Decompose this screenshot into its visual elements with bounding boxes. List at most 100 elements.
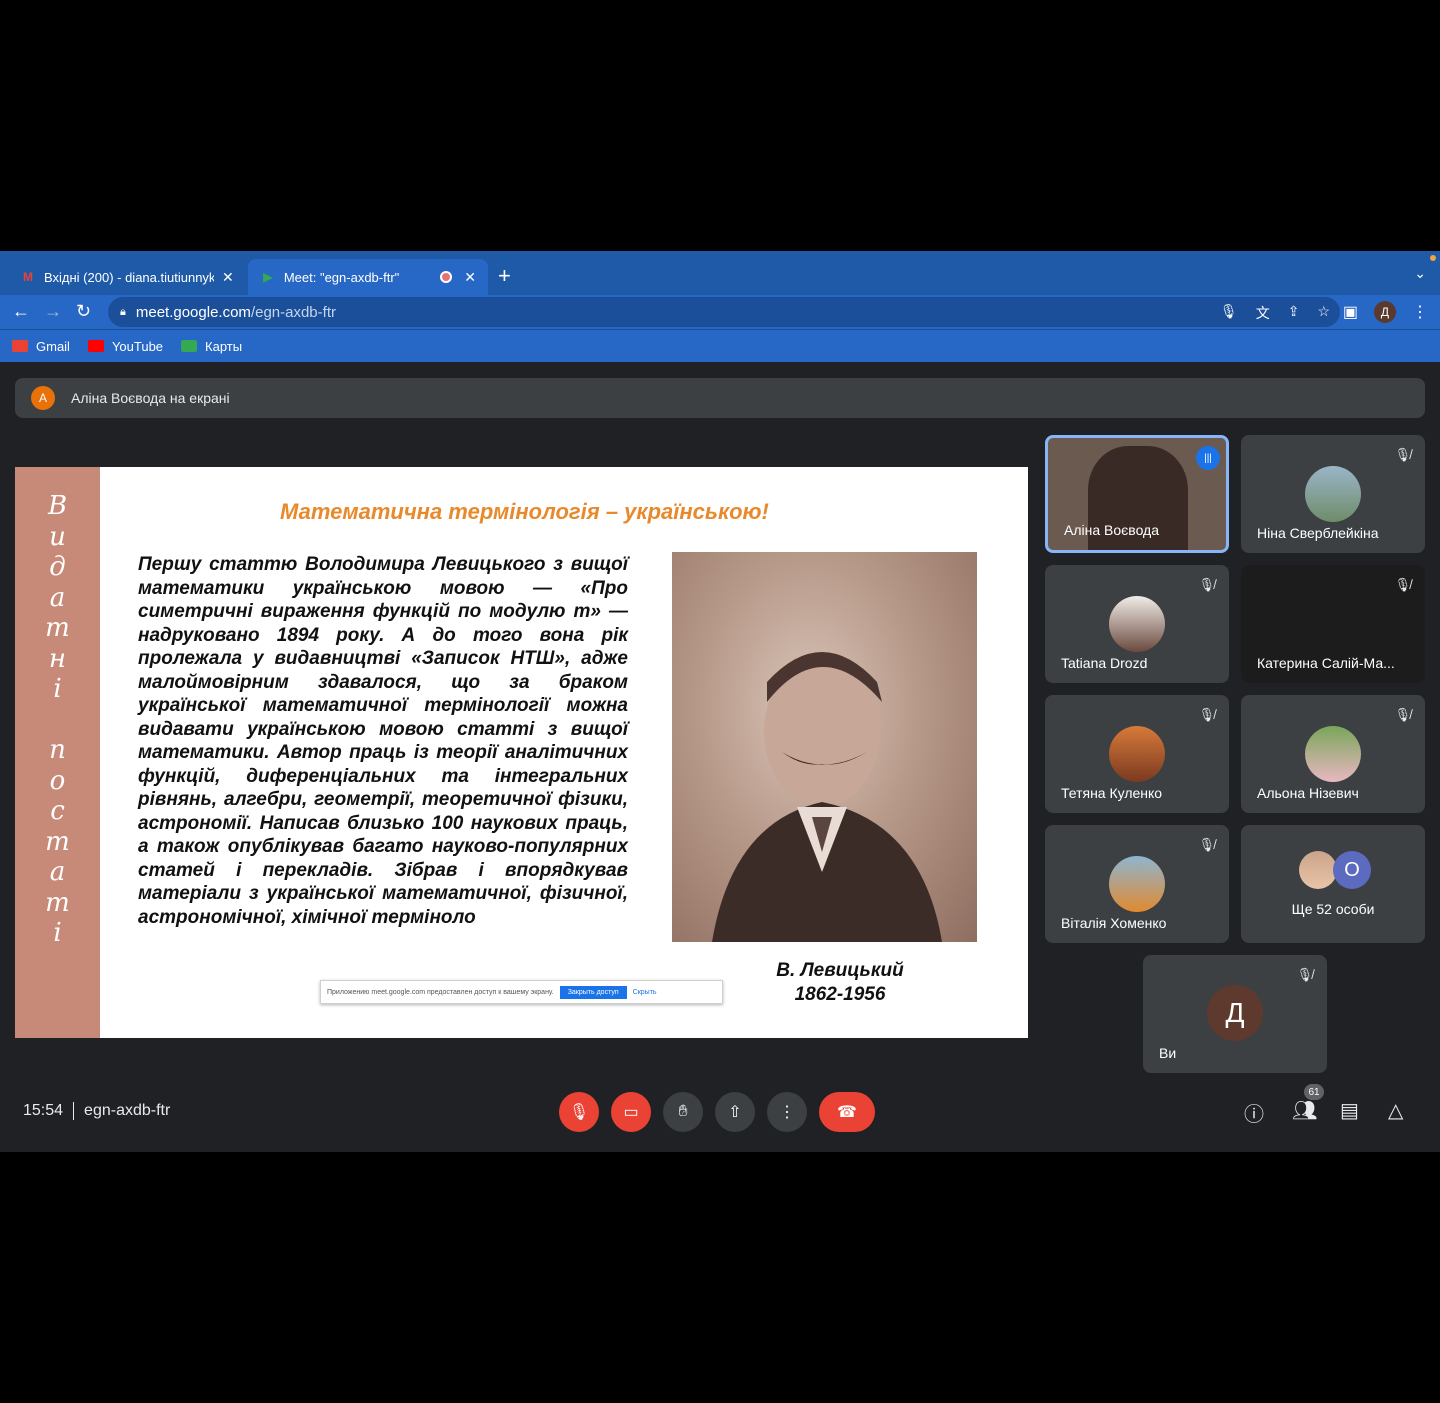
screen: M Вхідні (200) - diana.tiutiunnyk ✕ ▶ Me… xyxy=(0,0,1440,1403)
participant-name: Альона Нізевич xyxy=(1257,785,1359,801)
info-button[interactable]: ⓘ xyxy=(1244,1098,1264,1127)
hide-notice-button[interactable]: Скрыть xyxy=(633,989,657,996)
presentation-slide: Видатніпостаті Математична термінологія … xyxy=(15,467,1028,1038)
more-participants-tile[interactable]: О Ще 52 особи xyxy=(1241,825,1425,943)
present-button[interactable]: ⇧ xyxy=(715,1092,755,1132)
bookmark-gmail[interactable]: Gmail xyxy=(12,339,70,354)
participant-tile[interactable]: 🎙︎̸ Катерина Салій-Ма... xyxy=(1241,565,1425,683)
stripe-letter: с xyxy=(50,796,65,826)
mic-icon[interactable]: 🎙︎ xyxy=(1220,303,1238,323)
mic-off-icon: 🎙︎̸ xyxy=(1394,577,1411,592)
stop-sharing-button[interactable]: Закрыть доступ xyxy=(559,985,627,999)
tab-strip: M Вхідні (200) - diana.tiutiunnyk ✕ ▶ Me… xyxy=(0,251,1440,295)
participant-tile[interactable]: 🎙︎̸ Альона Нізевич xyxy=(1241,695,1425,813)
profile-avatar[interactable]: Д xyxy=(1374,301,1396,323)
youtube-icon xyxy=(87,340,104,352)
self-tile[interactable]: Д 🎙︎̸ Ви xyxy=(1143,955,1327,1073)
more-options-button[interactable]: ⋮ xyxy=(767,1092,807,1132)
caption-years: 1862-1956 xyxy=(794,984,886,1005)
people-icon: 👥︎ xyxy=(1292,1100,1318,1122)
portrait-caption: В. Левицький 1862-1956 xyxy=(755,959,925,1007)
participant-name: Ви xyxy=(1159,1045,1177,1061)
sidepanel-icon[interactable]: ▣ xyxy=(1343,302,1358,322)
stripe-letter: т xyxy=(45,613,70,643)
participant-avatar xyxy=(1299,851,1337,889)
camera-off-icon: ▭ xyxy=(623,1104,639,1121)
stripe-letter: і xyxy=(53,674,62,704)
participant-avatar xyxy=(1305,726,1361,782)
new-tab-button[interactable]: + xyxy=(498,263,511,289)
participant-avatar xyxy=(1109,596,1165,652)
back-icon[interactable]: ← xyxy=(12,301,30,322)
recording-icon xyxy=(440,271,453,283)
meet-call: А Аліна Воєвода на екрані Видатніпостаті… xyxy=(0,362,1440,1152)
forward-icon[interactable]: → xyxy=(44,301,62,322)
slide-title: Математична термінологія – українською! xyxy=(280,499,769,524)
leave-call-button[interactable]: ☎︎ xyxy=(819,1092,875,1132)
chat-icon: ▤ xyxy=(1340,1100,1359,1122)
participant-tile[interactable]: 🎙︎̸ Ніна Сверблейкіна xyxy=(1241,435,1425,553)
participant-name: Катерина Салій-Ма... xyxy=(1257,655,1395,671)
portrait-figure xyxy=(712,652,942,942)
clock: 15:54 xyxy=(23,1102,64,1119)
bookmark-label: Карты xyxy=(205,338,243,354)
mic-toggle-button[interactable]: 🎙︎ xyxy=(559,1092,599,1132)
mic-off-icon: 🎙︎̸ xyxy=(1198,577,1215,592)
bookmark-maps[interactable]: Карты xyxy=(181,339,242,354)
stripe-letter: д xyxy=(49,552,66,582)
close-icon[interactable]: ✕ xyxy=(222,269,234,286)
meeting-info: 15:54 egn-axdb-ftr xyxy=(23,1102,170,1120)
participant-tile[interactable]: ||| Аліна Воєвода xyxy=(1045,435,1229,553)
hand-icon: ✋︎ xyxy=(678,1103,688,1120)
lock-icon: 🔒︎ xyxy=(120,305,126,318)
translate-icon[interactable]: 文 xyxy=(1256,303,1270,323)
notification-dot xyxy=(1430,255,1436,261)
address-bar[interactable]: 🔒︎ meet.google.com/egn-axdb-ftr xyxy=(108,297,1340,327)
stripe-letter: і xyxy=(53,918,62,948)
self-avatar: Д xyxy=(1207,985,1263,1041)
close-icon[interactable]: ✕ xyxy=(464,269,476,286)
chat-button[interactable]: ▤ xyxy=(1340,1098,1359,1123)
stripe-letter: а xyxy=(49,857,66,887)
stripe-letter: а xyxy=(49,582,66,613)
bookmark-youtube[interactable]: YouTube xyxy=(87,338,164,354)
participant-tile[interactable]: 🎙︎̸ Тетяна Куленко xyxy=(1045,695,1229,813)
reload-icon[interactable]: ↻ xyxy=(76,301,91,322)
participant-avatar xyxy=(1109,726,1165,782)
portrait-photo xyxy=(672,552,977,942)
mic-off-icon: 🎙︎̸ xyxy=(1198,707,1215,722)
share-icon[interactable]: ⇪ xyxy=(1288,303,1300,323)
stripe-letter: т xyxy=(45,887,70,918)
participant-tile[interactable]: 🎙︎̸ Tatiana Drozd xyxy=(1045,565,1229,683)
url-path: /egn-axdb-ftr xyxy=(250,303,336,321)
stripe-letter: В xyxy=(47,491,68,521)
activities-button[interactable]: △ xyxy=(1388,1098,1403,1123)
gmail-icon: M xyxy=(23,270,33,284)
slide-side-stripe: Видатніпостаті xyxy=(15,467,100,1038)
tab-label: Вхідні (200) - diana.tiutiunnyk xyxy=(44,269,214,285)
tab-meet[interactable]: ▶ Meet: "egn-axdb-ftr" ✕ xyxy=(248,259,488,295)
raise-hand-button[interactable]: ✋︎ xyxy=(663,1092,703,1132)
meet-icon: ▶ xyxy=(263,270,273,284)
bookmarks-bar: Gmail YouTube Карты xyxy=(0,329,1440,362)
participant-avatar: О xyxy=(1333,851,1371,889)
stripe-letter: т xyxy=(45,826,70,857)
chevron-down-icon[interactable]: ⌄ xyxy=(1414,265,1426,282)
stripe-letter: н xyxy=(48,643,67,674)
bookmark-label: YouTube xyxy=(111,338,164,354)
tab-gmail[interactable]: M Вхідні (200) - diana.tiutiunnyk ✕ xyxy=(8,259,246,295)
caption-name: В. Левицький xyxy=(776,960,904,981)
presenter-avatar: А xyxy=(31,386,55,410)
participant-tile[interactable]: 🎙︎̸ Віталія Хоменко xyxy=(1045,825,1229,943)
more-vert-icon[interactable]: ⋮ xyxy=(1412,302,1428,322)
camera-toggle-button[interactable]: ▭ xyxy=(611,1092,651,1132)
people-button[interactable]: 👥︎ xyxy=(1292,1098,1317,1123)
toolbar-right: ▣ Д ⋮ xyxy=(1343,301,1428,323)
info-icon: ⓘ xyxy=(1244,1104,1264,1126)
mic-off-icon: 🎙︎ xyxy=(568,1104,590,1121)
maps-icon xyxy=(181,340,198,352)
tab-label: Meet: "egn-axdb-ftr" xyxy=(283,269,400,285)
screen-share-notice: Приложению meet.google.com предоставлен … xyxy=(320,980,723,1004)
star-icon[interactable]: ☆ xyxy=(1317,303,1330,323)
participant-avatar xyxy=(1109,856,1165,912)
